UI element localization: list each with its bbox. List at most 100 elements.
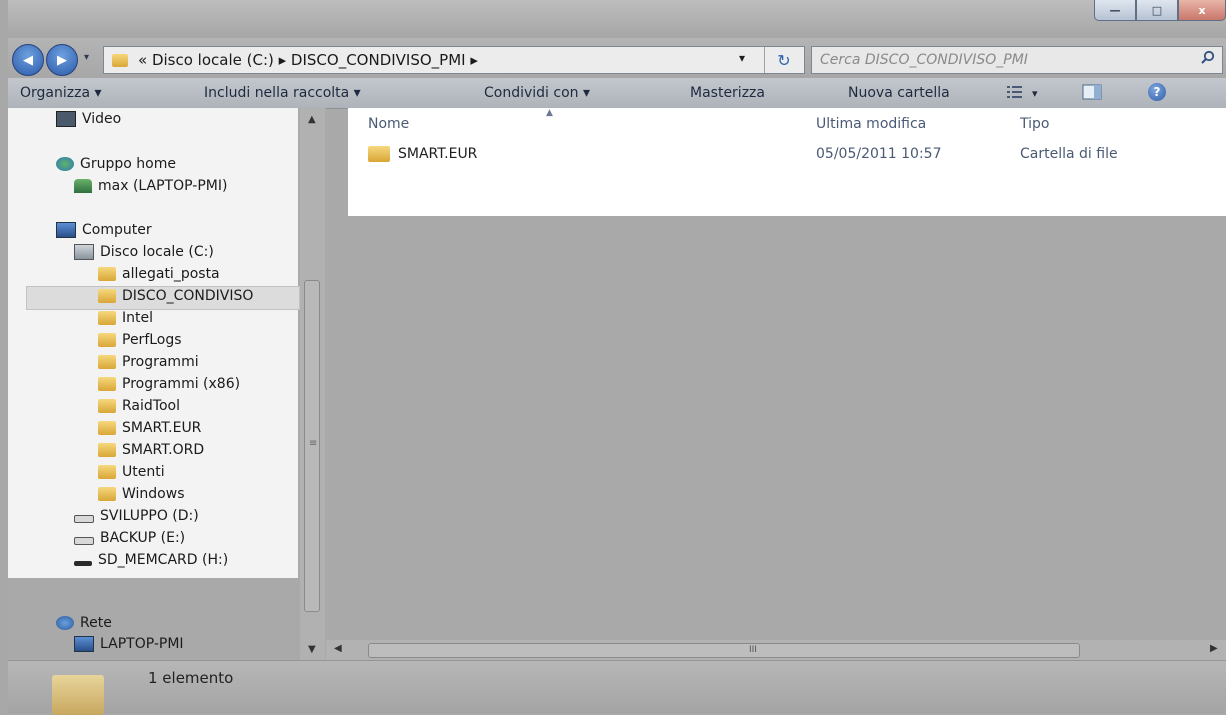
address-dropdown-icon[interactable]: ▾ — [739, 51, 745, 65]
tree-item-folder[interactable]: PerfLogs — [98, 332, 182, 348]
tree-item-drive-c[interactable]: Disco locale (C:) — [74, 244, 214, 260]
forward-button[interactable]: ▶ — [46, 44, 78, 76]
tree-label: BACKUP (E:) — [100, 530, 186, 546]
tree-item-video[interactable]: Video — [56, 111, 121, 127]
tree-label: Disco locale (C:) — [100, 244, 214, 260]
tree-item-folder[interactable]: Programmi (x86) — [98, 376, 240, 392]
tree-label: LAPTOP-PMI — [100, 636, 184, 652]
refresh-icon: ↻ — [777, 50, 791, 70]
tree-item-folder[interactable]: DISCO_CONDIVISO — [98, 288, 253, 304]
tree-label: Programmi (x86) — [122, 376, 241, 392]
tree-label: SVILUPPO (D:) — [100, 508, 199, 524]
file-type: Cartella di file — [1020, 146, 1118, 162]
drive-icon — [74, 244, 94, 260]
folder-icon — [98, 311, 116, 325]
tree-item-folder[interactable]: RaidTool — [98, 398, 180, 414]
forward-arrow-icon: ▶ — [57, 52, 67, 68]
tree-label: Video — [82, 111, 122, 127]
user-icon — [74, 179, 92, 193]
tree-label: Windows — [122, 486, 185, 502]
help-icon: ? — [1153, 85, 1161, 99]
back-button[interactable]: ◀ — [12, 44, 44, 76]
scroll-grip-icon: III — [749, 645, 757, 655]
address-bar[interactable]: « Disco locale (C:) ▸ DISCO_CONDIVISO_PM… — [103, 46, 805, 74]
help-button[interactable]: ? — [1148, 83, 1166, 101]
folder-icon — [98, 443, 116, 457]
preview-pane-icon[interactable] — [1082, 84, 1102, 100]
tree-label: Utenti — [122, 464, 165, 480]
navigation-scrollbar[interactable]: ▲ ≡ ▼ — [300, 108, 325, 660]
tree-label: Rete — [80, 615, 112, 631]
share-with-menu[interactable]: Condividi con ▾ — [484, 85, 590, 101]
file-modified: 05/05/2011 10:57 — [816, 146, 942, 162]
tree-item-folder[interactable]: Utenti — [98, 464, 165, 480]
tree-item-folder[interactable]: allegati_posta — [98, 266, 220, 282]
minimize-icon: — — [1109, 3, 1121, 17]
explorer-window: — □ x ◀ ▶ ▾ « Disco locale (C:) ▸ DISCO_… — [8, 0, 1226, 715]
scroll-grip-icon: ≡ — [309, 438, 318, 449]
breadcrumb[interactable]: « Disco locale (C:) ▸ DISCO_CONDIVISO_PM… — [138, 51, 478, 69]
folder-icon — [98, 355, 116, 369]
column-header-modified[interactable]: Ultima modifica — [816, 116, 926, 132]
tree-label: SD_MEMCARD (H:) — [98, 552, 229, 568]
tree-item-homegroup-user[interactable]: max (LAPTOP-PMI) — [74, 178, 227, 194]
tree-item-network-pc[interactable]: LAPTOP-PMI — [74, 636, 184, 652]
window-controls: — □ x — [1094, 0, 1226, 21]
close-icon: x — [1198, 3, 1206, 17]
tree-item-folder[interactable]: Programmi — [98, 354, 199, 370]
folder-icon — [98, 377, 116, 391]
drive-icon — [74, 515, 94, 523]
scroll-up-icon[interactable]: ▲ — [308, 114, 316, 125]
folder-icon — [52, 675, 104, 715]
tree-label: allegati_posta — [122, 266, 220, 282]
item-count: 1 elemento — [148, 669, 234, 687]
folder-icon — [98, 421, 116, 435]
file-row[interactable]: SMART.EUR — [368, 146, 477, 162]
tree-label: Gruppo home — [80, 156, 176, 172]
maximize-button[interactable]: □ — [1136, 0, 1178, 21]
video-icon — [56, 111, 76, 127]
scroll-left-icon[interactable]: ◀ — [334, 643, 342, 654]
include-in-library-menu[interactable]: Includi nella raccolta ▾ — [204, 85, 361, 101]
tree-label: RaidTool — [122, 398, 180, 414]
burn-button[interactable]: Masterizza — [690, 85, 765, 101]
details-pane: 1 elemento — [8, 660, 1226, 715]
close-button[interactable]: x — [1178, 0, 1226, 21]
scroll-right-icon[interactable]: ▶ — [1210, 643, 1218, 654]
folder-icon — [98, 487, 116, 501]
tree-item-drive[interactable]: BACKUP (E:) — [74, 530, 185, 546]
tree-label: Programmi — [122, 354, 199, 370]
views-dropdown-icon[interactable]: ▾ — [1032, 87, 1038, 100]
column-header-name[interactable]: Nome — [368, 116, 409, 132]
memory-card-icon — [74, 561, 92, 566]
sort-indicator-icon: ▲ — [546, 108, 553, 118]
organize-menu[interactable]: Organizza ▾ — [20, 85, 102, 101]
back-arrow-icon: ◀ — [23, 52, 33, 68]
tree-item-network[interactable]: Rete — [56, 615, 112, 631]
folder-icon — [98, 399, 116, 413]
tree-item-folder[interactable]: SMART.ORD — [98, 442, 204, 458]
tree-item-drive[interactable]: SD_MEMCARD (H:) — [74, 552, 228, 568]
folder-icon — [98, 289, 116, 303]
new-folder-button[interactable]: Nuova cartella — [848, 85, 950, 101]
recent-pages-dropdown[interactable]: ▾ — [84, 52, 89, 63]
tree-label: SMART.EUR — [122, 420, 202, 436]
tree-item-drive[interactable]: SVILUPPO (D:) — [74, 508, 199, 524]
scroll-down-icon[interactable]: ▼ — [308, 644, 316, 655]
minimize-button[interactable]: — — [1094, 0, 1136, 21]
horizontal-scrollbar[interactable]: ◀ III ▶ — [326, 640, 1226, 660]
search-input[interactable]: Cerca DISCO_CONDIVISO_PMI — [811, 46, 1223, 74]
horizontal-scroll-thumb[interactable]: III — [368, 643, 1080, 658]
tree-item-folder[interactable]: SMART.EUR — [98, 420, 201, 436]
column-header-type[interactable]: Tipo — [1020, 116, 1049, 132]
tree-item-homegroup[interactable]: Gruppo home — [56, 156, 176, 172]
tree-item-folder[interactable]: Intel — [98, 310, 153, 326]
tree-label: PerfLogs — [122, 332, 182, 348]
change-view-icon[interactable] — [1006, 84, 1024, 100]
refresh-button[interactable]: ↻ — [764, 47, 803, 73]
computer-icon — [74, 636, 94, 652]
tree-item-folder[interactable]: Windows — [98, 486, 185, 502]
tree-item-computer[interactable]: Computer — [56, 222, 152, 238]
navigation-row: ◀ ▶ ▾ « Disco locale (C:) ▸ DISCO_CONDIV… — [8, 38, 1226, 78]
search-icon[interactable] — [1200, 50, 1216, 66]
